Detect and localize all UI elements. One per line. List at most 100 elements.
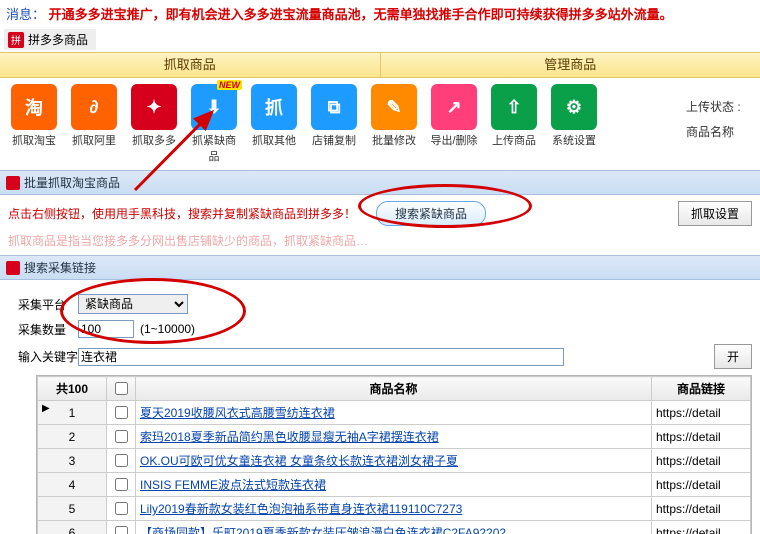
table-row[interactable]: 2索玛2018夏季新品简约黑色收腰显瘦无袖A字裙摆连衣裙https://deta… [38, 425, 751, 449]
tool-settings[interactable]: ⚙系统设置 [548, 84, 600, 148]
col-product-name: 商品名称 [136, 377, 652, 401]
taobao-icon: 淘 [11, 84, 57, 130]
platform-label: 采集平台 [18, 296, 78, 313]
tab-pdd-products[interactable]: 拼 拼多多商品 [4, 29, 96, 50]
row-title: 【商场同款】乐町2019夏季新款女装压皱浪漫白色连衣裙C2FA92202 [136, 521, 652, 534]
row-number: 4 [38, 473, 107, 497]
row-checkbox-cell[interactable] [107, 521, 136, 534]
table-row[interactable]: ▶1 夏天2019收腰风衣式高腰雪纺连衣裙 https://detail [38, 401, 751, 425]
new-badge: NEW [217, 80, 242, 90]
upload-status-label: 上传状态 : [686, 98, 756, 115]
tool-ali[interactable]: ∂抓取阿里 [68, 84, 120, 148]
row-number: 5 [38, 497, 107, 521]
notice-prefix: 消息： [6, 7, 45, 22]
row-link: https://detail [652, 449, 751, 473]
panel-search-title: 搜索采集链接 [0, 255, 760, 280]
platform-select[interactable]: 紧缺商品 [78, 294, 188, 314]
category-header: 抓取商品 管理商品 [0, 52, 760, 78]
row-title: Lily2019春新款女装红色泡泡袖系带直身连衣裙119110C7273 [136, 497, 652, 521]
row-title: 夏天2019收腰风衣式高腰雪纺连衣裙 [136, 401, 652, 425]
tool-jinque[interactable]: NEW⬇抓紧缺商品 [188, 84, 240, 164]
row-checkbox[interactable] [115, 430, 128, 443]
panel-crawl-tip: 点击右侧按钮，使用甩手黑科技，搜索并复制紧缺商品到拼多多！ 搜索紧缺商品 抓取设… [0, 195, 760, 232]
col-count: 共100 [38, 377, 107, 401]
table-row[interactable]: 3 OK.OU可欧可优女童连衣裙 女童条纹长款连衣裙浏女裙子夏 https://de… [38, 449, 751, 473]
tip-text: 点击右侧按钮，使用甩手黑科技，搜索并复制紧缺商品到拼多多！ [8, 205, 356, 222]
main-toolbar: 淘抓取淘宝 ∂抓取阿里 ✦抓取多多 NEW⬇抓紧缺商品 抓抓取其他 ⧉店铺复制 … [0, 78, 760, 170]
open-button[interactable]: 开 [714, 344, 752, 369]
row-number: 6 [38, 521, 107, 534]
upload-icon: ⇧ [491, 84, 537, 130]
row-checkbox-cell[interactable] [107, 449, 136, 473]
select-all-checkbox[interactable] [115, 382, 128, 395]
row-checkbox[interactable] [115, 526, 128, 534]
ali-icon: ∂ [71, 84, 117, 130]
row-link: https://detail [652, 473, 751, 497]
panel-icon [6, 261, 20, 275]
copy-icon: ⧉ [311, 84, 357, 130]
count-input[interactable] [78, 320, 134, 338]
tab-label: 拼多多商品 [28, 31, 88, 48]
tool-pdd[interactable]: ✦抓取多多 [128, 84, 180, 148]
row-title: OK.OU可欧可优女童连衣裙 女童条纹长款连衣裙浏女裙子夏 [136, 449, 652, 473]
col-select-all[interactable] [107, 377, 136, 401]
tool-taobao[interactable]: 淘抓取淘宝 [8, 84, 60, 148]
row-checkbox[interactable] [115, 478, 128, 491]
results-table: 共100 商品名称 商品链接 ▶1 夏天2019收腰风衣式高腰雪纺连衣裙 https… [37, 376, 751, 534]
product-link[interactable]: OK.OU可欧可优女童连衣裙 女童条纹长款连衣裙浏女裙子夏 [140, 454, 458, 468]
table-row[interactable]: 6 【商场同款】乐町2019夏季新款女装压皱浪漫白色连衣裙C2FA92202 htt… [38, 521, 751, 534]
field-platform: 采集平台 紧缺商品 [18, 294, 752, 314]
row-link: https://detail [652, 497, 751, 521]
pdd-icon: ✦ [131, 84, 177, 130]
filter-labels: 上传状态 : 商品名称 [686, 84, 756, 148]
row-title: INSIS FEMME波点法式短款连衣裙 [136, 473, 652, 497]
field-count: 采集数量 (1~10000) [18, 320, 752, 338]
table-row[interactable]: 5 Lily2019春新款女装红色泡泡袖系带直身连衣裙119110C7273 htt… [38, 497, 751, 521]
product-link[interactable]: 【商场同款】乐町2019夏季新款女装压皱浪漫白色连衣裙C2FA92202 [140, 526, 506, 534]
product-link[interactable]: Lily2019春新款女装红色泡泡袖系带直身连衣裙119110C7273 [140, 502, 462, 516]
panel-crawl-tip2: 抓取商品是指当您接多多分网出售店铺缺少的商品，抓取紧缺商品… [0, 232, 760, 255]
category-manage: 管理商品 [381, 53, 760, 77]
row-checkbox-cell[interactable] [107, 401, 136, 425]
window-tabs: 拼 拼多多商品 [0, 27, 760, 52]
row-title: 索玛2018夏季新品简约黑色收腰显瘦无袖A字裙摆连衣裙 [136, 425, 652, 449]
count-hint: (1~10000) [140, 322, 195, 336]
row-checkbox[interactable] [115, 502, 128, 515]
panel-crawl-title: 批量抓取淘宝商品 [0, 170, 760, 195]
tool-batch-edit[interactable]: ✎批量修改 [368, 84, 420, 148]
keyword-input[interactable] [78, 348, 564, 366]
product-link[interactable]: INSIS FEMME波点法式短款连衣裙 [140, 478, 326, 492]
count-label: 采集数量 [18, 321, 78, 338]
table-row[interactable]: 4 INSIS FEMME波点法式短款连衣裙 https://detail [38, 473, 751, 497]
pdd-logo-icon: 拼 [8, 32, 24, 48]
row-checkbox[interactable] [115, 406, 128, 419]
row-number: ▶1 [38, 401, 107, 425]
notice-text: 开通多多进宝推广，即有机会进入多多进宝流量商品池，无需单独找推手合作即可持续获得… [49, 7, 673, 22]
field-keyword: 输入关键字 开 [18, 344, 752, 369]
product-name-label: 商品名称 [686, 123, 756, 140]
export-icon: ↗ [431, 84, 477, 130]
gear-icon: ⚙ [551, 84, 597, 130]
product-link[interactable]: 夏天2019收腰风衣式高腰雪纺连衣裙 [140, 406, 335, 420]
category-crawl: 抓取商品 [0, 53, 380, 77]
edit-icon: ✎ [371, 84, 417, 130]
search-shortage-button[interactable]: 搜索紧缺商品 [376, 201, 486, 226]
tool-other[interactable]: 抓抓取其他 [248, 84, 300, 148]
col-product-link: 商品链接 [652, 377, 751, 401]
tool-copy-shop[interactable]: ⧉店铺复制 [308, 84, 360, 148]
tool-export[interactable]: ↗导出/删除 [428, 84, 480, 148]
download-icon: ⬇ [191, 84, 237, 130]
tool-upload[interactable]: ⇧上传商品 [488, 84, 540, 148]
results-table-wrap: 共100 商品名称 商品链接 ▶1 夏天2019收腰风衣式高腰雪纺连衣裙 https… [36, 375, 752, 534]
row-checkbox-cell[interactable] [107, 497, 136, 521]
row-checkbox[interactable] [115, 454, 128, 467]
row-link: https://detail [652, 425, 751, 449]
row-link: https://detail [652, 401, 751, 425]
crawl-settings-button[interactable]: 抓取设置 [678, 201, 752, 226]
row-link: https://detail [652, 521, 751, 534]
row-number: 3 [38, 449, 107, 473]
panel-icon [6, 176, 20, 190]
row-checkbox-cell[interactable] [107, 425, 136, 449]
row-checkbox-cell[interactable] [107, 473, 136, 497]
product-link[interactable]: 索玛2018夏季新品简约黑色收腰显瘦无袖A字裙摆连衣裙 [140, 430, 439, 444]
